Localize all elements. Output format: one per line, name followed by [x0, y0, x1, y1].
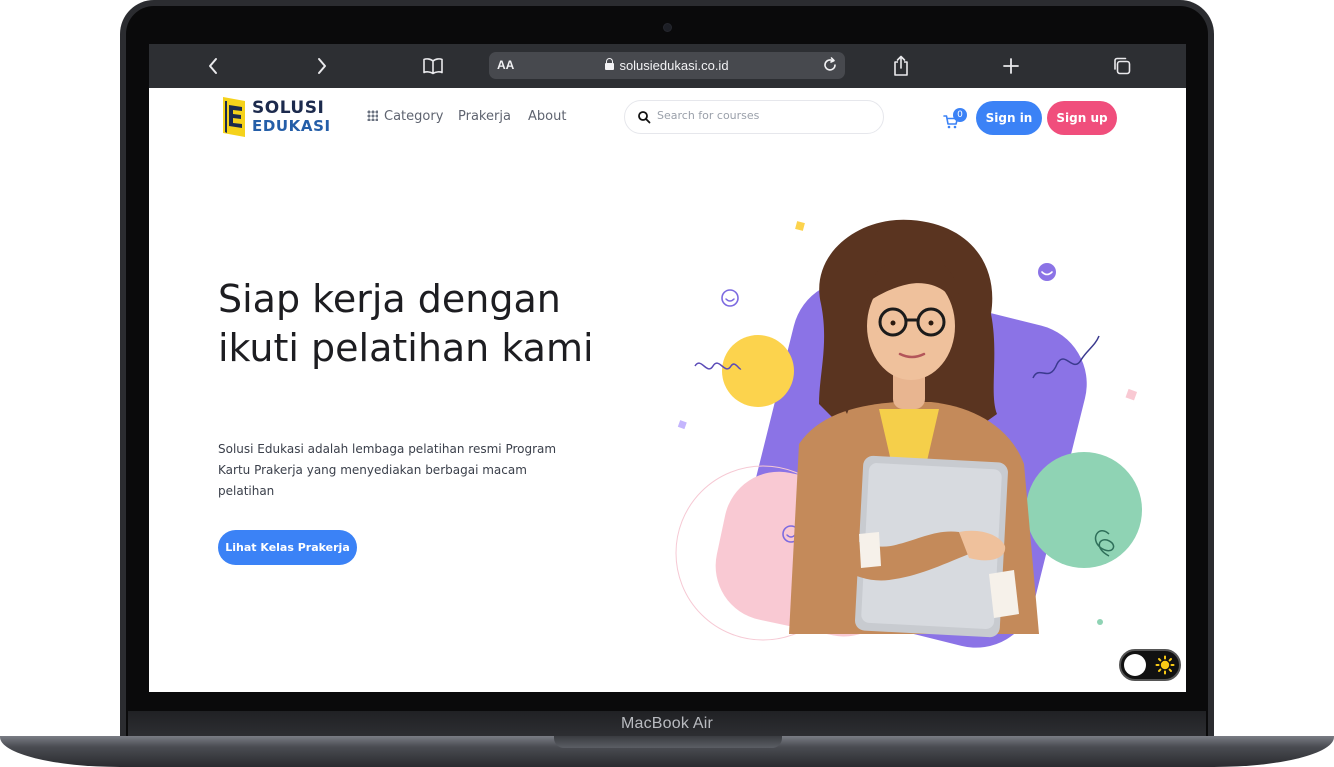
yellow-circle	[722, 335, 794, 407]
back-icon[interactable]	[201, 54, 225, 78]
nav-category-label: Category	[384, 109, 444, 124]
view-prakerja-classes-button[interactable]: Lihat Kelas Prakerja	[218, 530, 357, 565]
site-header: SOLUSI EDUKASI Category Prakerja About 0…	[149, 88, 1186, 148]
url-text: solusiedukasi.co.id	[619, 58, 729, 73]
confetti-green	[1097, 619, 1103, 625]
smile-bubble-purple	[1038, 263, 1056, 281]
brand-mark-icon	[223, 97, 245, 137]
browser-toolbar: AA solusiedukasi.co.id	[149, 44, 1186, 88]
sun-icon	[1155, 655, 1175, 675]
sign-in-button[interactable]: Sign in	[976, 101, 1042, 135]
tabs-overview-icon[interactable]	[1110, 54, 1134, 78]
grid-icon	[367, 110, 378, 121]
lock-icon	[605, 58, 615, 70]
hero-description: Solusi Edukasi adalah lembaga pelatihan …	[218, 442, 557, 498]
screen: AA solusiedukasi.co.id SOLUSI EDUKASI Ca…	[149, 44, 1186, 692]
search-icon	[638, 111, 651, 124]
url-display: solusiedukasi.co.id	[489, 58, 845, 73]
confetti-purple	[677, 420, 687, 430]
sign-up-button[interactable]: Sign up	[1047, 101, 1117, 135]
theme-toggle[interactable]	[1119, 649, 1181, 681]
forward-icon[interactable]	[310, 54, 334, 78]
confetti-yellow	[795, 221, 805, 231]
new-tab-icon[interactable]	[999, 54, 1023, 78]
brand-logo[interactable]: SOLUSI EDUKASI	[223, 97, 330, 141]
nav-category[interactable]: Category	[367, 109, 443, 124]
device-label: MacBook Air	[620, 715, 713, 732]
nav-prakerja[interactable]: Prakerja	[458, 109, 511, 124]
share-icon[interactable]	[889, 54, 913, 78]
smile-bubble-outline	[721, 289, 739, 307]
cart-count-badge: 0	[953, 108, 967, 122]
brand-name-line1: SOLUSI	[252, 98, 325, 118]
nav-about[interactable]: About	[528, 109, 566, 124]
green-circle	[1026, 452, 1142, 568]
bookmarks-icon[interactable]	[421, 54, 445, 78]
search-box	[624, 100, 884, 134]
confetti-pink	[1125, 388, 1138, 401]
laptop-notch	[554, 736, 782, 748]
address-bar[interactable]: AA solusiedukasi.co.id	[489, 52, 845, 79]
reload-icon[interactable]	[821, 56, 839, 74]
camera	[664, 24, 671, 31]
hero-illustration	[675, 219, 1142, 648]
hero-title: Siap kerja dengan ikuti pelatihan kami	[218, 277, 594, 370]
brand-name-line2: EDUKASI	[252, 117, 331, 135]
search-input[interactable]	[657, 109, 867, 122]
toggle-knob	[1124, 654, 1146, 676]
